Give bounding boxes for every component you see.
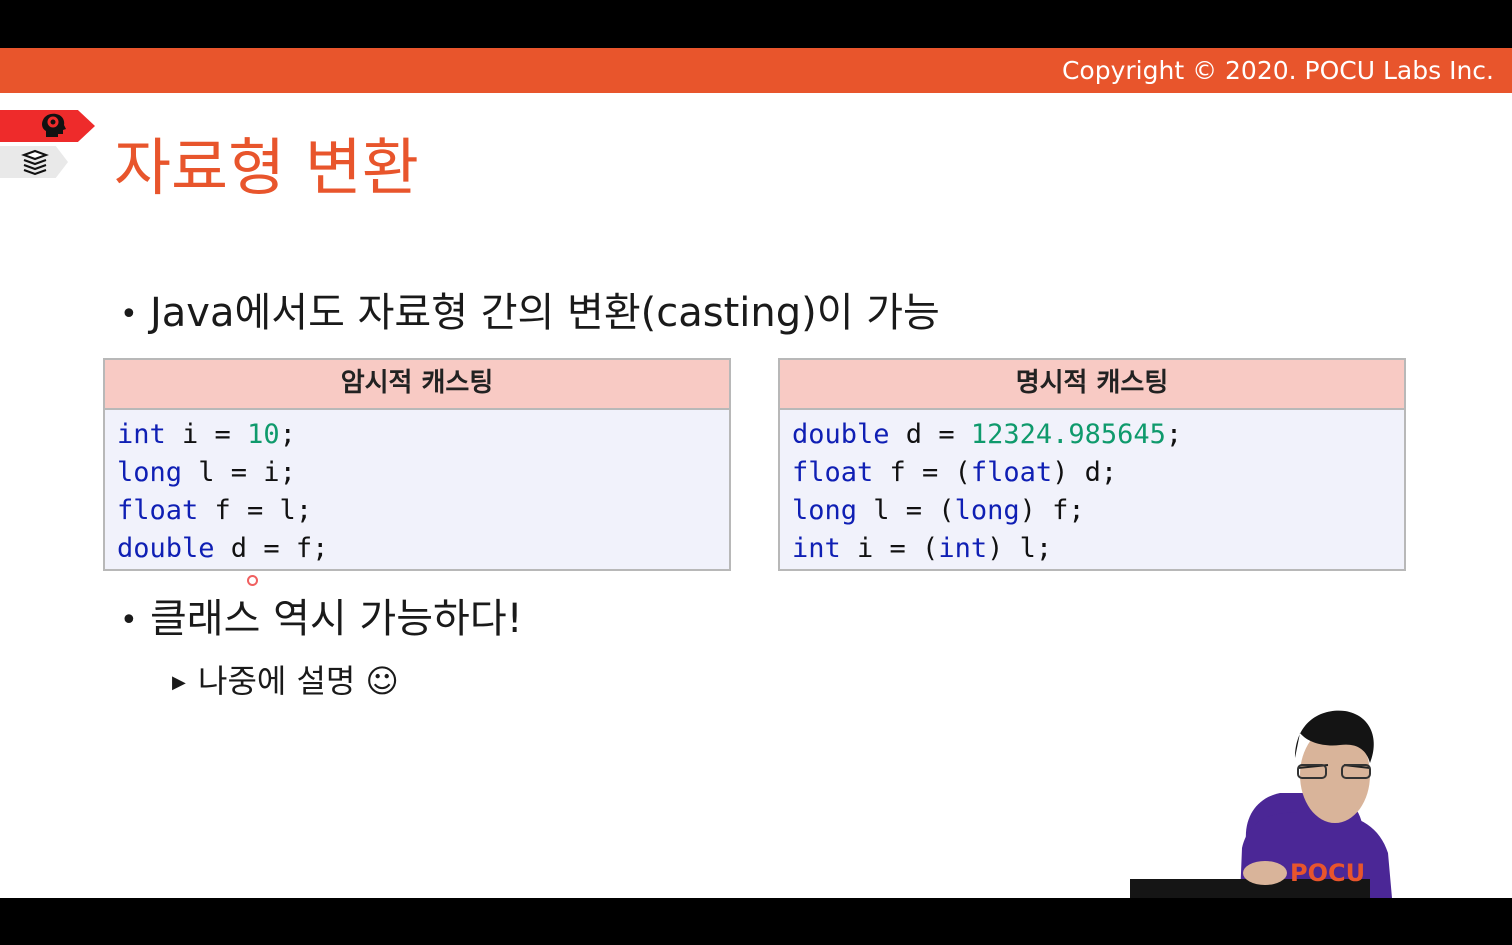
code-keyword: int — [938, 533, 988, 564]
explicit-cast-header: 명시적 캐스팅 — [780, 360, 1404, 410]
implicit-cast-code: int i = 10; long l = i; float f = l; double… — [105, 410, 729, 568]
laser-pointer-dot — [247, 575, 258, 586]
bullet-2: • 클래스 역시 가능하다! — [120, 594, 523, 646]
code-keyword: int — [117, 419, 166, 450]
code-text: l = i; — [182, 457, 296, 488]
slide-header-band: Copyright © 2020. POCU Labs Inc. — [0, 48, 1512, 93]
code-keyword: long — [792, 495, 858, 526]
bullet-1-text: Java에서도 자료형 간의 변환(casting)이 가능 — [150, 290, 940, 336]
code-text: d = — [889, 419, 971, 450]
code-keyword: double — [117, 533, 215, 564]
code-text: l = ( — [857, 495, 955, 526]
code-number: 10 — [247, 419, 280, 450]
explicit-cast-code: double d = 12324.985645; float f = (float… — [780, 410, 1404, 568]
code-text: ) l; — [987, 533, 1053, 564]
code-text: d = f; — [214, 533, 329, 564]
code-text: ) f; — [1019, 495, 1085, 526]
bullet-dot-icon: • — [120, 297, 138, 332]
explicit-cast-box: 명시적 캐스팅 double d = 12324.985645; float f … — [778, 358, 1406, 571]
sub-bullet-1: ▶ 나중에 설명 ☺ — [172, 660, 399, 704]
video-top-letterbox — [0, 0, 1512, 48]
code-keyword: float — [792, 457, 874, 488]
code-text: ) d; — [1052, 457, 1118, 488]
code-keyword: long — [954, 495, 1020, 526]
code-text: ; — [1165, 419, 1183, 450]
code-line: int i = (int) l; — [792, 530, 1404, 568]
code-line: int i = 10; — [117, 416, 729, 454]
brain-head-icon — [42, 113, 66, 137]
copyright-text: Copyright © 2020. POCU Labs Inc. — [1061, 56, 1494, 85]
code-keyword: float — [117, 495, 199, 526]
code-line: float f = l; — [117, 492, 729, 530]
bullet-1: • Java에서도 자료형 간의 변환(casting)이 가능 — [120, 288, 940, 340]
code-text: i = ( — [840, 533, 939, 564]
presenter-shirt-logo: POCU — [1290, 859, 1365, 887]
code-text: ; — [279, 419, 296, 450]
code-line: float f = (float) d; — [792, 454, 1404, 492]
code-line: double d = 12324.985645; — [792, 416, 1404, 454]
presenter-video-overlay: POCU — [1130, 710, 1392, 898]
code-line: long l = (long) f; — [792, 492, 1404, 530]
video-bottom-letterbox — [0, 898, 1512, 945]
bullet-dot-icon: • — [120, 603, 138, 638]
slide-title: 자료형 변환 — [114, 131, 419, 204]
code-text: i = — [165, 419, 248, 450]
code-text: f = ( — [873, 457, 971, 488]
code-keyword: double — [792, 419, 890, 450]
bullet-2-text: 클래스 역시 가능하다! — [150, 596, 523, 642]
code-text: f = l; — [198, 495, 313, 526]
code-keyword: int — [792, 533, 841, 564]
code-line: double d = f; — [117, 530, 729, 568]
sub-bullet-1-text: 나중에 설명 ☺ — [198, 662, 399, 700]
triangle-right-icon: ▶ — [172, 672, 186, 693]
code-line: long l = i; — [117, 454, 729, 492]
code-keyword: float — [970, 457, 1053, 488]
code-number: 12324.985645 — [970, 419, 1166, 450]
implicit-cast-header: 암시적 캐스팅 — [105, 360, 729, 410]
book-stack-icon — [21, 149, 49, 175]
code-keyword: long — [117, 457, 183, 488]
implicit-cast-box: 암시적 캐스팅 int i = 10; long l = i; float f = … — [103, 358, 731, 571]
slide: Copyright © 2020. POCU Labs Inc. 자료형 변환 … — [0, 48, 1512, 898]
